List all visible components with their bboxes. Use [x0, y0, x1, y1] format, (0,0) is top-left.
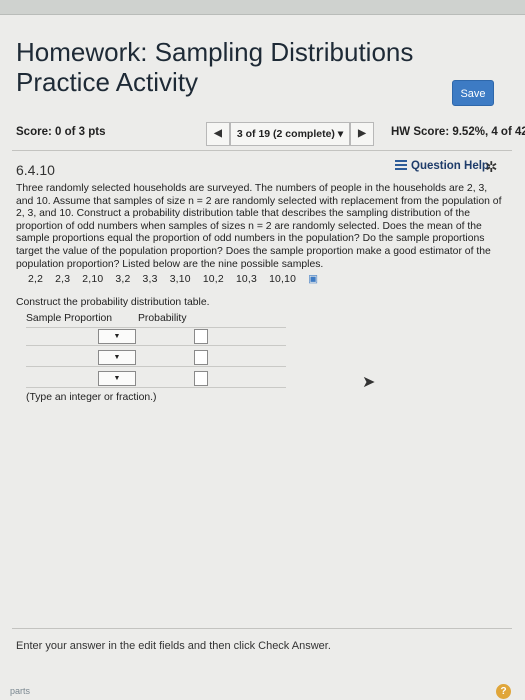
question-selector[interactable]: 3 of 19 (2 complete) ▾	[230, 122, 350, 146]
page-title: Homework: Sampling Distributions Practic…	[16, 37, 414, 98]
probability-input[interactable]	[194, 350, 208, 366]
sample-proportion-select[interactable]: ▼	[98, 350, 136, 366]
triangle-right-icon: ▶	[358, 128, 366, 139]
score-text: Score: 0 of 3 pts	[16, 126, 106, 138]
table-header: Sample Proportion Probability	[26, 313, 286, 324]
footer-instruction: Enter your answer in the edit fields and…	[16, 640, 331, 652]
construct-instruction: Construct the probability distribution t…	[16, 297, 210, 309]
next-question-button[interactable]: ▶	[350, 122, 374, 146]
header-probability: Probability	[138, 313, 187, 325]
problem-text: Three randomly selected households are s…	[16, 183, 502, 270]
chevron-down-icon: ▼	[113, 375, 121, 383]
question-help-label: Question Help	[411, 160, 489, 172]
sample-proportion-select[interactable]: ▼	[98, 371, 136, 387]
chevron-down-icon: ▾	[337, 128, 344, 140]
browser-top-bar	[0, 0, 525, 15]
sample-item: 10,2	[202, 274, 224, 286]
sample-item: 3,2	[115, 274, 131, 286]
parts-indicator: parts	[10, 686, 30, 696]
chevron-down-icon: ▼	[113, 333, 121, 341]
chevron-down-icon: ▼	[113, 354, 121, 362]
hw-score-text: HW Score: 9.52%, 4 of 42 pts	[391, 126, 525, 138]
sample-item: 10,10	[269, 274, 297, 286]
score-bar: Score: 0 of 3 pts ◀ 3 of 19 (2 complete)…	[16, 122, 525, 146]
list-icon	[395, 160, 407, 170]
probability-input[interactable]	[194, 329, 208, 345]
header-sample-proportion: Sample Proportion	[26, 313, 113, 325]
help-icon[interactable]: ?	[496, 684, 511, 699]
divider	[12, 628, 512, 629]
parts-label: parts	[10, 686, 31, 696]
sample-item: 2,10	[82, 274, 104, 286]
probability-table: Sample Proportion Probability ▼ ▼ ▼	[26, 313, 286, 389]
table-row: ▼	[26, 349, 286, 368]
gear-icon[interactable]: ✲	[485, 158, 498, 176]
mouse-cursor-icon: ➤	[362, 374, 376, 391]
triangle-left-icon: ◀	[214, 128, 222, 139]
sample-item: 2,2	[28, 274, 44, 286]
type-hint: (Type an integer or fraction.)	[26, 392, 157, 404]
sample-item: 3,10	[169, 274, 191, 286]
sample-item: 3,3	[142, 274, 158, 286]
sample-proportion-select[interactable]: ▼	[98, 329, 136, 345]
divider	[12, 150, 512, 151]
probability-input[interactable]	[194, 371, 208, 387]
table-row: ▼	[26, 370, 286, 389]
question-content: Three randomly selected households are s…	[16, 183, 506, 403]
save-button[interactable]: Save	[452, 80, 494, 106]
samples-list: 2,2 2,3 2,10 3,2 3,3 3,10 10,2 10,3 10,1…	[28, 273, 506, 285]
question-progress-label: 3 of 19 (2 complete)	[236, 128, 335, 140]
question-number: 6.4.10	[16, 162, 55, 178]
copy-data-icon[interactable]: ▣	[308, 274, 318, 285]
homework-page: Homework: Sampling Distributions Practic…	[0, 0, 525, 700]
question-help-button[interactable]: Question Help	[395, 160, 489, 172]
sample-item: 10,3	[235, 274, 257, 286]
previous-question-button[interactable]: ◀	[206, 122, 230, 146]
sample-item: 2,3	[55, 274, 71, 286]
table-row: ▼	[26, 327, 286, 347]
